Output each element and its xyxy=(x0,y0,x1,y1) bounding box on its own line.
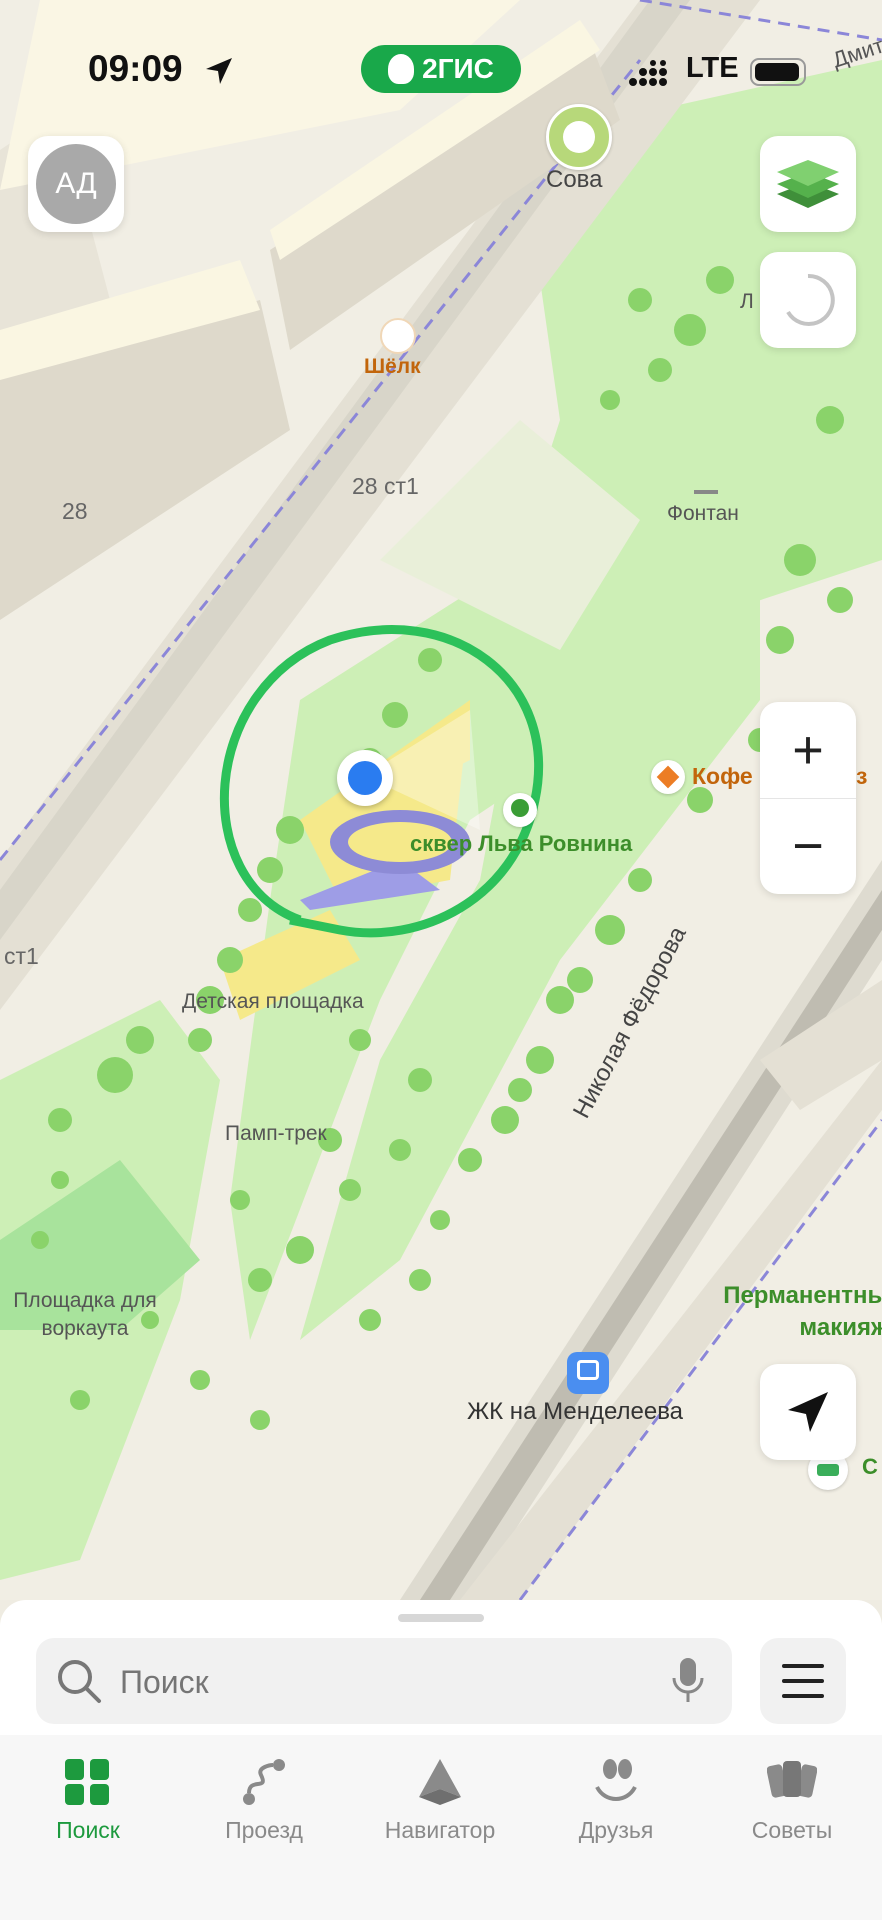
park-label-square[interactable]: сквер Льва Ровнина xyxy=(410,831,632,857)
friends-icon xyxy=(595,1759,637,1801)
status-time: 09:09 xyxy=(88,48,183,89)
grid-icon xyxy=(65,1759,109,1805)
loading-spinner-icon xyxy=(786,273,835,326)
bus-stop-icon[interactable] xyxy=(567,1352,609,1394)
microphone-icon[interactable] xyxy=(670,1656,706,1706)
poi-label-partial: Л xyxy=(740,290,754,313)
battery-icon xyxy=(750,58,806,86)
brand-name: 2ГИС xyxy=(422,53,494,84)
status-bar: 09:09 2ГИС LTE xyxy=(0,0,882,140)
poi-label-coffee-tail: з xyxy=(856,763,868,789)
zoom-out-label: − xyxy=(792,816,824,876)
zoom-in-label: + xyxy=(792,720,824,780)
coffee-poi-icon[interactable] xyxy=(651,760,685,794)
zoom-control: + − xyxy=(760,702,856,894)
poi-label-shelk[interactable]: Шёлк xyxy=(364,355,421,379)
tab-navigator-label: Навигатор xyxy=(384,1817,496,1843)
search-icon xyxy=(58,1660,101,1703)
tab-bar: Поиск Проезд Навигатор Друзья Советы xyxy=(0,1735,882,1920)
profile-avatar-button[interactable]: АД xyxy=(28,136,124,232)
avatar-initials: АД xyxy=(36,144,116,224)
fountain-icon xyxy=(694,470,718,494)
map-view[interactable]: Дмит Сова Л Шёлк 28 28 ст1 Фонтан ст1 Ко… xyxy=(0,0,882,1600)
park-tree-icon[interactable] xyxy=(503,793,537,827)
map-canvas[interactable] xyxy=(0,0,882,1600)
bottom-sheet[interactable]: Поиск Проезд Навигатор Друзья xyxy=(0,1600,882,1920)
building-number-28: 28 xyxy=(62,498,88,524)
layers-button[interactable] xyxy=(760,136,856,232)
layers-icon xyxy=(777,160,839,208)
building-number-28st1: 28 ст1 xyxy=(352,473,419,499)
zoom-out-button[interactable]: − xyxy=(760,798,856,894)
loading-button[interactable] xyxy=(760,252,856,348)
poi-label-bus-stop[interactable]: ЖК на Менделеева xyxy=(467,1398,683,1426)
network-type: LTE xyxy=(686,52,739,84)
brand-badge[interactable]: 2ГИС xyxy=(361,45,521,93)
poi-label-playground[interactable]: Детская площадка xyxy=(182,990,364,1014)
tab-navigator[interactable]: Навигатор xyxy=(352,1735,528,1875)
building-number-st1: ст1 xyxy=(4,943,39,969)
route-icon xyxy=(243,1759,285,1805)
tab-search[interactable]: Поиск xyxy=(0,1735,176,1875)
poi-label-workout[interactable]: Площадка для воркаута xyxy=(0,1287,170,1343)
tab-friends[interactable]: Друзья xyxy=(528,1735,704,1875)
poi-label-sova[interactable]: Сова xyxy=(546,166,603,194)
signal-icon xyxy=(629,60,667,86)
tab-route-label: Проезд xyxy=(225,1817,303,1843)
my-location-button[interactable] xyxy=(760,1364,856,1460)
tab-friends-label: Друзья xyxy=(578,1817,654,1843)
sheet-drag-handle[interactable] xyxy=(398,1614,484,1622)
tips-icon xyxy=(767,1761,817,1798)
poi-label-permanent[interactable]: Перманентны макияж xyxy=(688,1280,882,1344)
navigator-icon xyxy=(419,1759,461,1805)
poi-label-coffee[interactable]: Кофе xyxy=(692,763,753,790)
poi-label-pump-track[interactable]: Памп-трек xyxy=(225,1122,327,1146)
location-arrow-icon xyxy=(206,58,232,84)
goose-logo-icon xyxy=(388,54,415,84)
poi-label-fontan[interactable]: Фонтан xyxy=(667,502,739,526)
hamburger-icon xyxy=(782,1664,824,1698)
zoom-in-button[interactable]: + xyxy=(760,702,856,799)
tab-route[interactable]: Проезд xyxy=(176,1735,352,1875)
tab-search-label: Поиск xyxy=(56,1817,120,1843)
search-bar[interactable] xyxy=(36,1638,732,1726)
user-location-icon xyxy=(337,750,393,806)
search-input[interactable] xyxy=(118,1638,622,1726)
tab-tips-label: Советы xyxy=(751,1817,833,1843)
fitness-poi-icon[interactable] xyxy=(380,318,416,354)
poi-label-hotel[interactable]: С xyxy=(862,1454,878,1480)
menu-button[interactable] xyxy=(760,1638,846,1724)
tab-tips[interactable]: Советы xyxy=(704,1735,880,1875)
navigation-arrow-icon xyxy=(788,1392,828,1432)
